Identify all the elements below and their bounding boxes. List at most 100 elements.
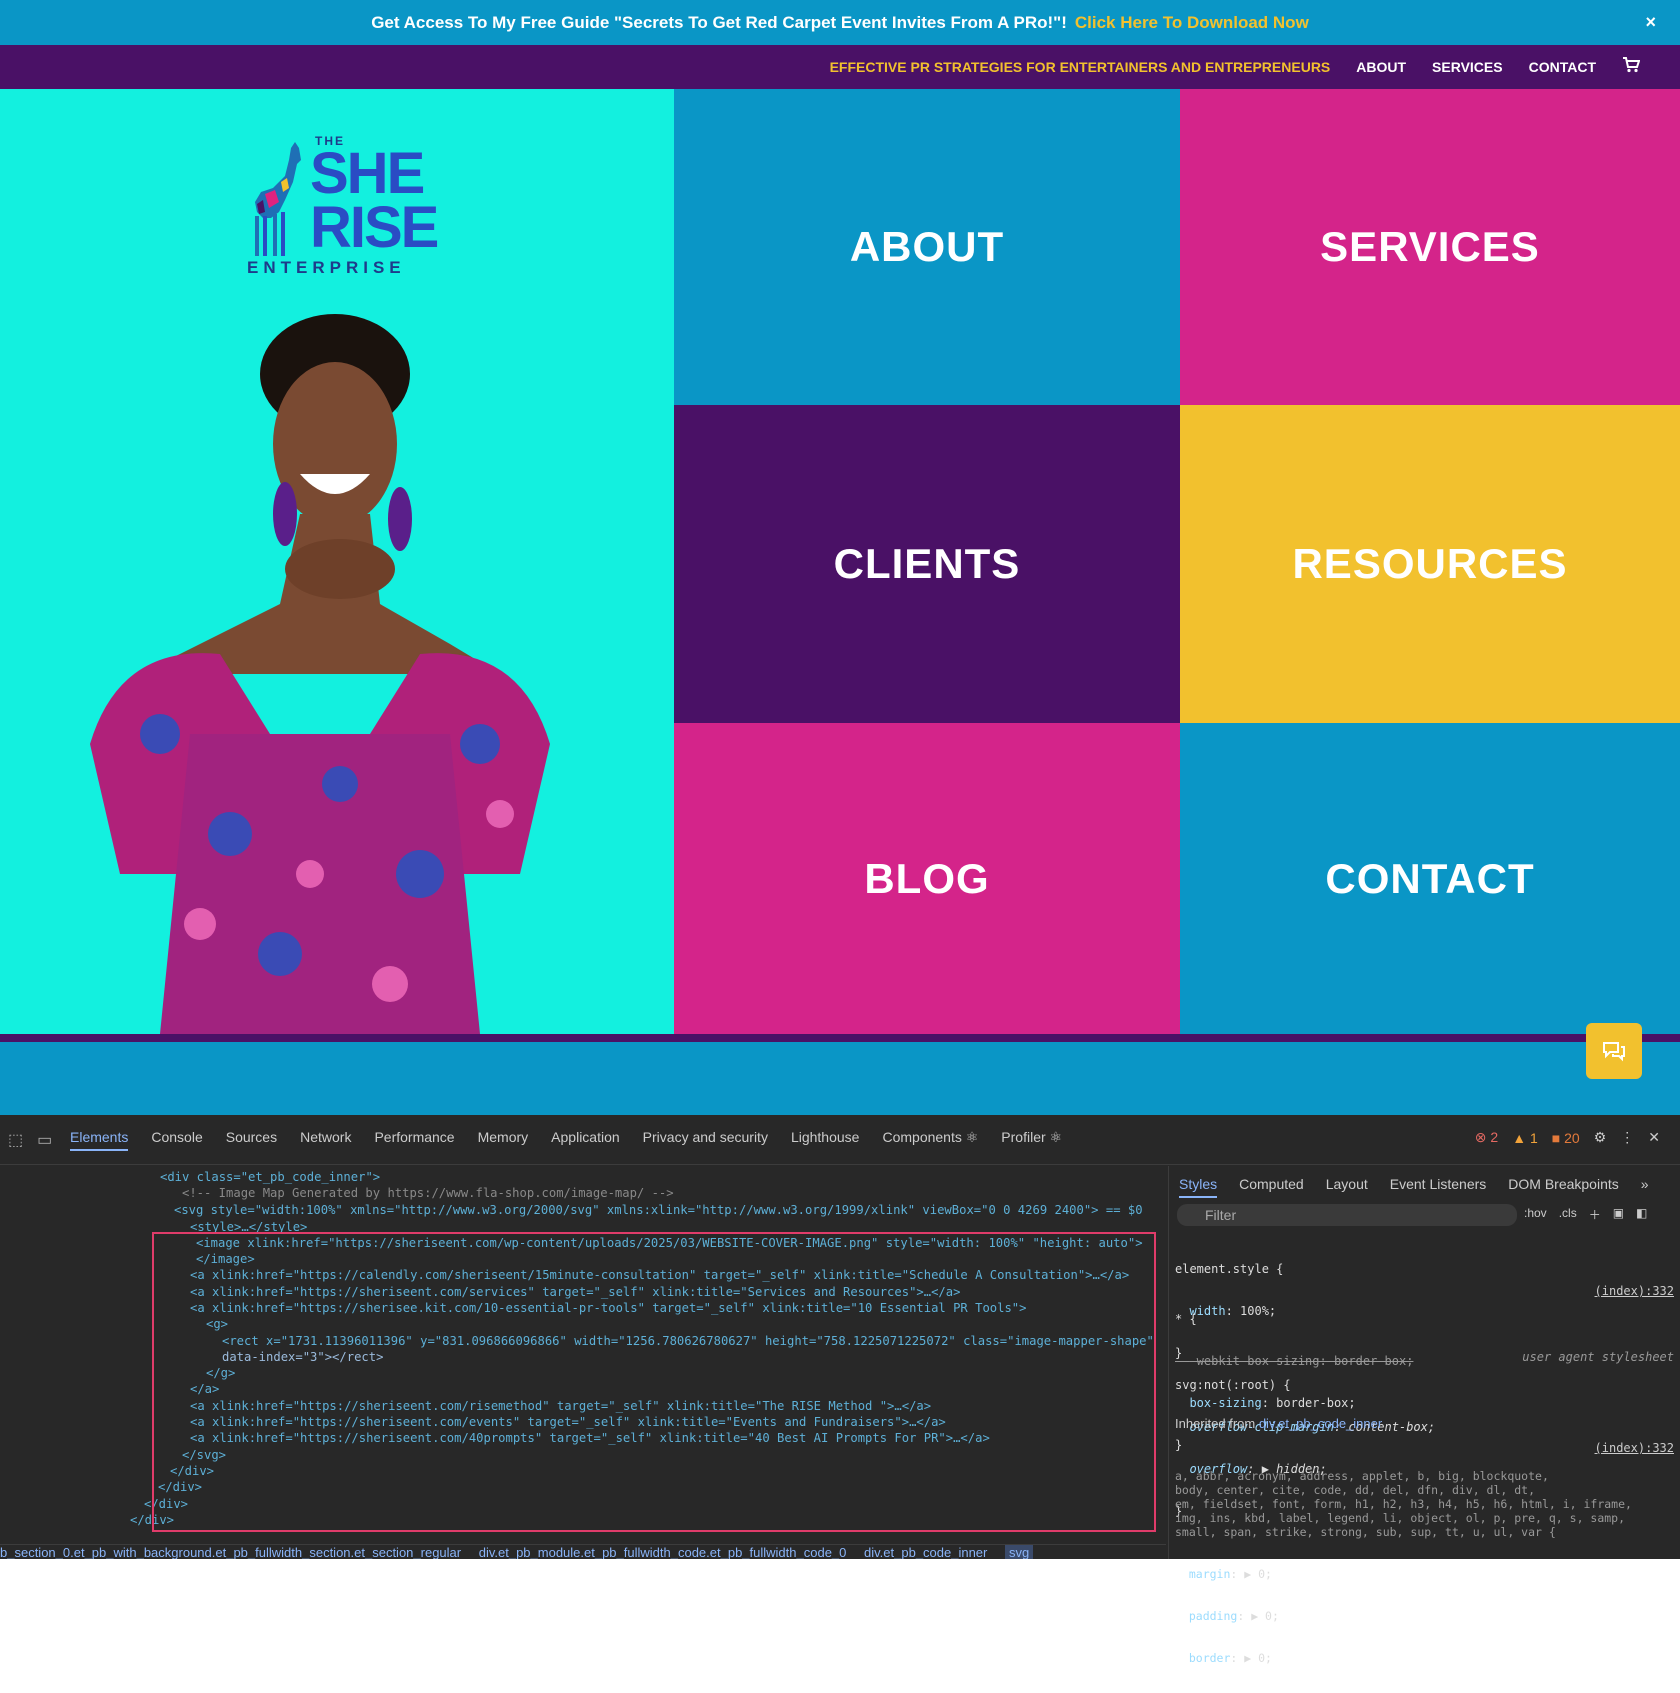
tab-dom-breakpoints[interactable]: DOM Breakpoints [1508,1176,1618,1198]
settings-gear-icon[interactable]: ⚙ [1594,1129,1607,1146]
styles-tools: :hov .cls ＋ ▣ ◧ [1524,1206,1647,1223]
tab-styles[interactable]: Styles [1179,1176,1218,1198]
styles-pane: Styles Computed Layout Event Listeners D… [1168,1166,1680,1665]
blue-band [0,1042,1680,1115]
tile-about[interactable]: ABOUT [674,89,1180,405]
rule-selector: a, abbr, acronym, address, applet, b, bi… [1175,1469,1632,1539]
rule-selector: svg:not(:root) { [1175,1378,1291,1392]
device-toggle-icon[interactable]: ▭ [37,1130,52,1150]
tab-performance[interactable]: Performance [374,1129,454,1151]
issue-count[interactable]: ■ 20 [1552,1130,1580,1146]
breadcrumb-item[interactable]: div.et_pb_module.et_pb_fullwidth_code.et… [479,1545,847,1559]
dom-line[interactable]: <a xlink:href="https://sheriseent.com/se… [190,1285,960,1299]
styles-filter-input[interactable]: Filter [1177,1204,1517,1226]
dom-line[interactable]: </svg> [182,1448,226,1462]
dom-line[interactable]: </g> [206,1366,235,1380]
rule-source-link[interactable]: (index):332 [1595,1284,1674,1298]
tab-network[interactable]: Network [300,1129,351,1151]
more-tabs-icon[interactable]: » [1641,1176,1649,1198]
warning-count[interactable]: ▲ 1 [1512,1130,1538,1146]
chat-icon [1603,1042,1625,1062]
dom-line[interactable]: </a> [190,1382,219,1396]
inherited-element-link[interactable]: div.et_pb_code_inner [1259,1416,1382,1431]
rule-prop: padding [1188,1609,1238,1623]
dom-line[interactable]: <style>…</style> [190,1220,307,1234]
tile-services[interactable]: SERVICES [1180,89,1680,405]
tile-blog[interactable]: BLOG [674,723,1180,1034]
dom-line[interactable]: </image> [196,1252,255,1266]
dom-line[interactable]: <a xlink:href="https://calendly.com/sher… [190,1268,1129,1282]
dom-line[interactable]: </div> [130,1513,174,1527]
tile-about-label: ABOUT [849,223,1005,270]
dom-line[interactable]: <a xlink:href="https://sheriseent.com/ri… [190,1399,931,1413]
dom-line[interactable]: <g> [206,1317,228,1331]
cls-toggle[interactable]: .cls [1559,1206,1577,1223]
inherited-rule[interactable]: a, abbr, acronym, address, applet, b, bi… [1175,1441,1632,1693]
shopping-cart-icon[interactable] [1622,56,1641,78]
download-guide-link[interactable]: Click Here To Download Now [1075,13,1309,33]
tile-clients[interactable]: CLIENTS [674,405,1180,723]
nav-tagline[interactable]: EFFECTIVE PR STRATEGIES FOR ENTERTAINERS… [830,59,1331,75]
breadcrumb-item-selected[interactable]: svg [1005,1545,1034,1559]
paint-icon[interactable]: ▣ [1613,1206,1624,1223]
dom-line[interactable]: <image xlink:href="https://sheriseent.co… [196,1236,1143,1250]
dom-line[interactable]: <!-- Image Map Generated by https://www.… [182,1186,674,1200]
rule-selector: element.style { [1175,1262,1284,1276]
hov-toggle[interactable]: :hov [1524,1206,1547,1223]
announcement-bar: Get Access To My Free Guide "Secrets To … [0,0,1680,45]
dom-line[interactable]: </div> [158,1480,202,1494]
nav-contact[interactable]: CONTACT [1529,59,1596,75]
main-nav: EFFECTIVE PR STRATEGIES FOR ENTERTAINERS… [0,45,1680,89]
tab-components[interactable]: Components ⚛ [882,1129,978,1151]
chat-button[interactable] [1586,1023,1642,1079]
devtools-panel: ⬚ ▭ Elements Console Sources Network Per… [0,1115,1680,1665]
dom-line[interactable]: </div> [170,1464,214,1478]
tile-resources[interactable]: RESOURCES [1180,405,1680,723]
dom-line[interactable]: <rect x="1731.11396011396" y="831.096866… [222,1334,1154,1348]
dom-line[interactable]: <a xlink:href="https://sherisee.kit.com/… [190,1301,1026,1315]
more-options-icon[interactable]: ⋮ [1620,1129,1634,1146]
she-rise-logo[interactable]: THE SHE RISE ENTERPRISE [245,134,439,277]
tab-lighthouse[interactable]: Lighthouse [791,1129,860,1151]
tab-privacy[interactable]: Privacy and security [643,1129,768,1151]
tab-console[interactable]: Console [151,1129,202,1151]
tab-application[interactable]: Application [551,1129,620,1151]
error-count[interactable]: ⊗ 2 [1475,1129,1498,1146]
inherited-header: Inherited from div.et_pb_code_inner [1175,1416,1382,1431]
hero-portrait-panel: THE SHE RISE ENTERPRISE [0,89,674,1034]
error-count-value: 2 [1490,1129,1499,1145]
breadcrumb-item[interactable]: div.et_pb_code_inner [864,1545,987,1559]
dom-line[interactable]: <a xlink:href="https://sheriseent.com/40… [190,1431,990,1445]
hero-section: THE SHE RISE ENTERPRISE ABOUT SERVICES C… [0,89,1680,1034]
tab-computed[interactable]: Computed [1239,1176,1304,1198]
founder-portrait-image [90,314,550,1034]
devtools-tabs: Elements Console Sources Network Perform… [70,1129,1062,1151]
rule-prop: margin [1188,1567,1231,1581]
close-icon[interactable]: × [1645,12,1656,33]
nav-about[interactable]: ABOUT [1356,59,1406,75]
elements-tree[interactable]: <div class="et_pb_code_inner"> <!-- Imag… [0,1166,1166,1544]
tile-clients-label: CLIENTS [833,540,1021,587]
tab-sources[interactable]: Sources [226,1129,277,1151]
add-rule-icon[interactable]: ＋ [1589,1206,1601,1223]
close-devtools-icon[interactable]: ✕ [1648,1129,1660,1146]
dom-line[interactable]: <a xlink:href="https://sheriseent.com/ev… [190,1415,946,1429]
dom-line[interactable]: </div> [144,1497,188,1511]
tab-event-listeners[interactable]: Event Listeners [1390,1176,1487,1198]
tab-layout[interactable]: Layout [1326,1176,1368,1198]
dom-line[interactable]: data-index="3"></rect> [222,1350,383,1364]
nav-services[interactable]: SERVICES [1432,59,1503,75]
tab-profiler[interactable]: Profiler ⚛ [1001,1129,1062,1151]
logo-enterprise: ENTERPRISE [247,258,406,277]
tab-elements[interactable]: Elements [70,1129,129,1151]
tile-contact[interactable]: CONTACT [1180,723,1680,1034]
rule-source-link[interactable]: (index):332 [1595,1441,1674,1455]
dom-line[interactable]: <div class="et_pb_code_inner"> [160,1170,380,1184]
inspect-element-icon[interactable]: ⬚ [8,1130,23,1150]
devtools-toolbar: ⬚ ▭ Elements Console Sources Network Per… [0,1115,1680,1165]
sidebar-toggle-icon[interactable]: ◧ [1636,1206,1647,1223]
breadcrumb-item[interactable]: b_section_0.et_pb_with_background.et_pb_… [0,1545,461,1559]
dom-line[interactable]: <svg style="width:100%" xmlns="http://ww… [174,1203,1143,1217]
tab-memory[interactable]: Memory [478,1129,529,1151]
rule-selector: * { [1175,1312,1197,1326]
